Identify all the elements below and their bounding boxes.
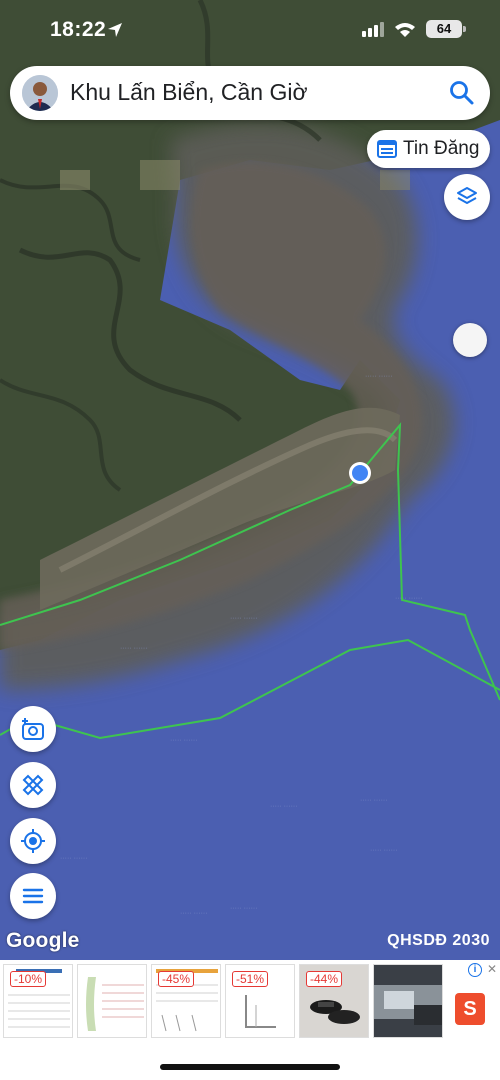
my-location-button[interactable] [10, 818, 56, 864]
add-photo-icon [22, 718, 44, 740]
ad-close-icon[interactable]: ✕ [487, 962, 497, 976]
status-bar: 18:22 64 [0, 0, 500, 60]
svg-text:····· ······: ····· ······ [365, 373, 393, 380]
svg-text:····· ······: ····· ······ [230, 615, 258, 622]
tin-dang-button[interactable]: Tin Đăng [367, 130, 490, 168]
search-icon[interactable] [448, 79, 476, 107]
ad-item-5[interactable]: -44% [299, 964, 369, 1038]
shopee-logo[interactable]: S [455, 993, 485, 1025]
svg-text:····· ······: ····· ······ [120, 645, 148, 652]
ad-product-image [78, 965, 146, 1037]
home-area [0, 1042, 500, 1080]
tin-dang-label: Tin Đăng [403, 138, 480, 159]
cellular-signal-icon [362, 22, 384, 37]
ad-banner[interactable]: -10% -45% -51% -44% i ✕ [0, 960, 500, 1042]
battery-indicator: 64 [426, 20, 466, 38]
status-icons: 64 [362, 20, 466, 38]
search-input[interactable]: Khu Lấn Biển, Cần Giờ [70, 79, 308, 106]
discount-badge: -44% [306, 971, 343, 987]
calendar-list-icon [377, 140, 397, 158]
svg-text:····· ······: ····· ······ [180, 910, 208, 917]
ruler-pencil-icon [22, 774, 44, 796]
layers-icon [457, 187, 477, 204]
discount-badge: -51% [232, 971, 269, 987]
ad-info-icon[interactable]: i [468, 963, 482, 977]
svg-text:····· ······: ····· ······ [395, 595, 423, 602]
status-time: 18:22 [50, 18, 107, 41]
discount-badge: -45% [158, 971, 195, 987]
svg-text:····· ······: ····· ······ [360, 797, 388, 804]
opacity-slider-handle[interactable] [453, 323, 487, 357]
svg-text:····· ······: ····· ······ [370, 847, 398, 854]
layers-button[interactable] [444, 174, 490, 220]
home-indicator[interactable] [160, 1064, 340, 1070]
current-location-dot [349, 462, 371, 484]
ad-product-image [374, 965, 442, 1037]
search-bar[interactable]: Khu Lấn Biển, Cần Giờ [10, 66, 490, 120]
discount-badge: -10% [10, 971, 47, 987]
wifi-icon [395, 23, 415, 37]
map-layer-label: QHSDĐ 2030 [387, 932, 490, 949]
ad-item-2[interactable] [77, 964, 147, 1038]
svg-text:····· ······: ····· ······ [170, 737, 198, 744]
ad-item-3[interactable]: -45% [151, 964, 221, 1038]
svg-text:····· ······: ····· ······ [270, 803, 298, 810]
google-logo: Google [6, 929, 80, 952]
ad-item-6[interactable] [373, 964, 443, 1038]
location-arrow-icon [108, 23, 122, 37]
ad-item-4[interactable]: -51% [225, 964, 295, 1038]
svg-text:····· ······: ····· ······ [230, 905, 258, 912]
avatar-image [22, 75, 58, 111]
avatar[interactable] [22, 75, 58, 111]
my-location-icon [21, 829, 45, 853]
svg-text:····· ······: ····· ······ [60, 855, 88, 862]
measure-tool-button[interactable] [10, 762, 56, 808]
add-photo-button[interactable] [10, 706, 56, 752]
ad-item-1[interactable]: -10% [3, 964, 73, 1038]
menu-button[interactable] [10, 873, 56, 919]
menu-icon [22, 888, 44, 904]
